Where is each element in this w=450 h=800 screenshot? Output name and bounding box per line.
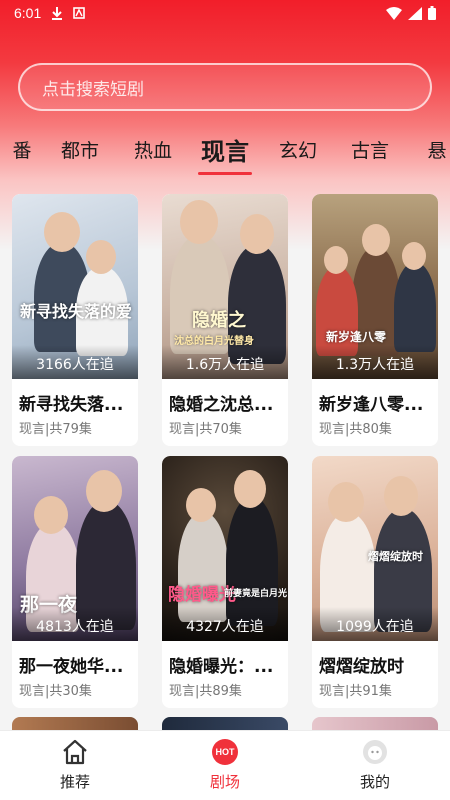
search-placeholder: 点击搜索短剧 <box>42 79 144 100</box>
nav-recommend[interactable]: 推荐 <box>25 739 125 792</box>
drama-title: 新寻找失落... <box>19 395 124 415</box>
status-time: 6:01 <box>14 5 42 21</box>
watcher-count: 1.3万人在追 <box>312 345 438 379</box>
category-tabs: 番 都市 热血 现言 玄幻 古言 悬 <box>0 128 450 178</box>
hot-badge-text: HOT <box>215 747 235 757</box>
drama-poster: 新寻找失落的爱 3166人在追 <box>12 194 138 379</box>
drama-grid: 新寻找失落的爱 3166人在追 新寻找失落... 现言|共79集 隐婚之 沈总的… <box>0 190 450 730</box>
tab-xuanhuan[interactable]: 玄幻 <box>279 136 317 163</box>
tab-guyan[interactable]: 古言 <box>351 136 389 163</box>
drama-meta: 现言|共70集 <box>169 422 242 437</box>
search-input[interactable]: 点击搜索短剧 <box>18 63 432 111</box>
drama-poster: 那一夜 4813人在追 <box>12 456 138 641</box>
signal-icon <box>408 6 422 20</box>
drama-title: 隐婚曝光：... <box>169 657 274 677</box>
drama-meta: 现言|共79集 <box>19 422 92 437</box>
nav-mine[interactable]: 我的 <box>325 739 425 792</box>
drama-card[interactable]: 新寻找失落的爱 3166人在追 新寻找失落... 现言|共79集 <box>12 194 138 446</box>
watcher-count: 4813人在追 <box>12 607 138 641</box>
tab-xianyan[interactable]: 现言 <box>201 132 249 167</box>
watcher-count: 4327人在追 <box>162 607 288 641</box>
drama-poster: 新岁逢八零 1.3万人在追 <box>312 194 438 379</box>
drama-poster: 熠熠绽放时 1099人在追 <box>312 456 438 641</box>
tab-partial-right[interactable]: 悬 <box>427 136 446 163</box>
drama-meta: 现言|共89集 <box>169 684 242 699</box>
drama-title: 那一夜她华... <box>19 657 124 677</box>
drama-title: 新岁逢八零... <box>319 395 424 415</box>
tab-rexue[interactable]: 热血 <box>134 136 172 163</box>
watcher-count: 1099人在追 <box>312 607 438 641</box>
notification-app-icon <box>73 7 86 19</box>
nav-theater-label: 剧场 <box>209 773 240 791</box>
nav-mine-label: 我的 <box>359 773 390 791</box>
drama-card[interactable]: 隐婚曝光 前妻竟是白月光 4327人在追 隐婚曝光：... 现言|共89集 <box>162 456 288 708</box>
drama-card-partial[interactable] <box>12 717 138 730</box>
wifi-icon <box>386 6 402 20</box>
home-icon <box>63 739 87 765</box>
drama-card[interactable]: 那一夜 4813人在追 那一夜她华... 现言|共30集 <box>12 456 138 708</box>
nav-recommend-label: 推荐 <box>59 773 90 791</box>
drama-title: 隐婚之沈总... <box>169 395 274 415</box>
drama-card-partial[interactable] <box>312 717 438 730</box>
poster-title: 新岁逢八零 <box>326 330 387 344</box>
download-icon <box>52 7 63 20</box>
status-bar: 6:01 <box>0 0 450 26</box>
drama-meta: 现言|共80集 <box>319 422 392 437</box>
drama-poster: 隐婚之 沈总的白月光替身 1.6万人在追 <box>162 194 288 379</box>
drama-card[interactable]: 新岁逢八零 1.3万人在追 新岁逢八零... 现言|共80集 <box>312 194 438 446</box>
profile-icon <box>363 740 387 764</box>
watcher-count: 1.6万人在追 <box>162 345 288 379</box>
active-tab-indicator <box>198 172 252 175</box>
nav-theater[interactable]: HOT 剧场 <box>175 739 275 792</box>
drama-meta: 现言|共91集 <box>319 684 392 699</box>
poster-title: 新寻找失落的爱 <box>20 302 133 321</box>
poster-title: 隐婚之 <box>192 310 246 331</box>
drama-card-partial[interactable] <box>162 717 288 730</box>
watcher-count: 3166人在追 <box>12 345 138 379</box>
drama-card[interactable]: 熠熠绽放时 1099人在追 熠熠绽放时 现言|共91集 <box>312 456 438 708</box>
drama-card[interactable]: 隐婚之 沈总的白月光替身 1.6万人在追 隐婚之沈总... 现言|共70集 <box>162 194 288 446</box>
tab-dushi[interactable]: 都市 <box>61 136 99 163</box>
poster-subtitle: 前妻竟是白月光 <box>224 589 288 599</box>
poster-title: 熠熠绽放时 <box>368 550 423 563</box>
drama-poster: 隐婚曝光 前妻竟是白月光 4327人在追 <box>162 456 288 641</box>
battery-icon <box>428 6 436 20</box>
tab-partial-left[interactable]: 番 <box>12 136 31 163</box>
drama-meta: 现言|共30集 <box>19 684 92 699</box>
bottom-navigation: 推荐 HOT 剧场 我的 <box>0 730 450 800</box>
drama-title: 熠熠绽放时 <box>319 657 404 677</box>
hot-icon: HOT <box>212 739 238 765</box>
